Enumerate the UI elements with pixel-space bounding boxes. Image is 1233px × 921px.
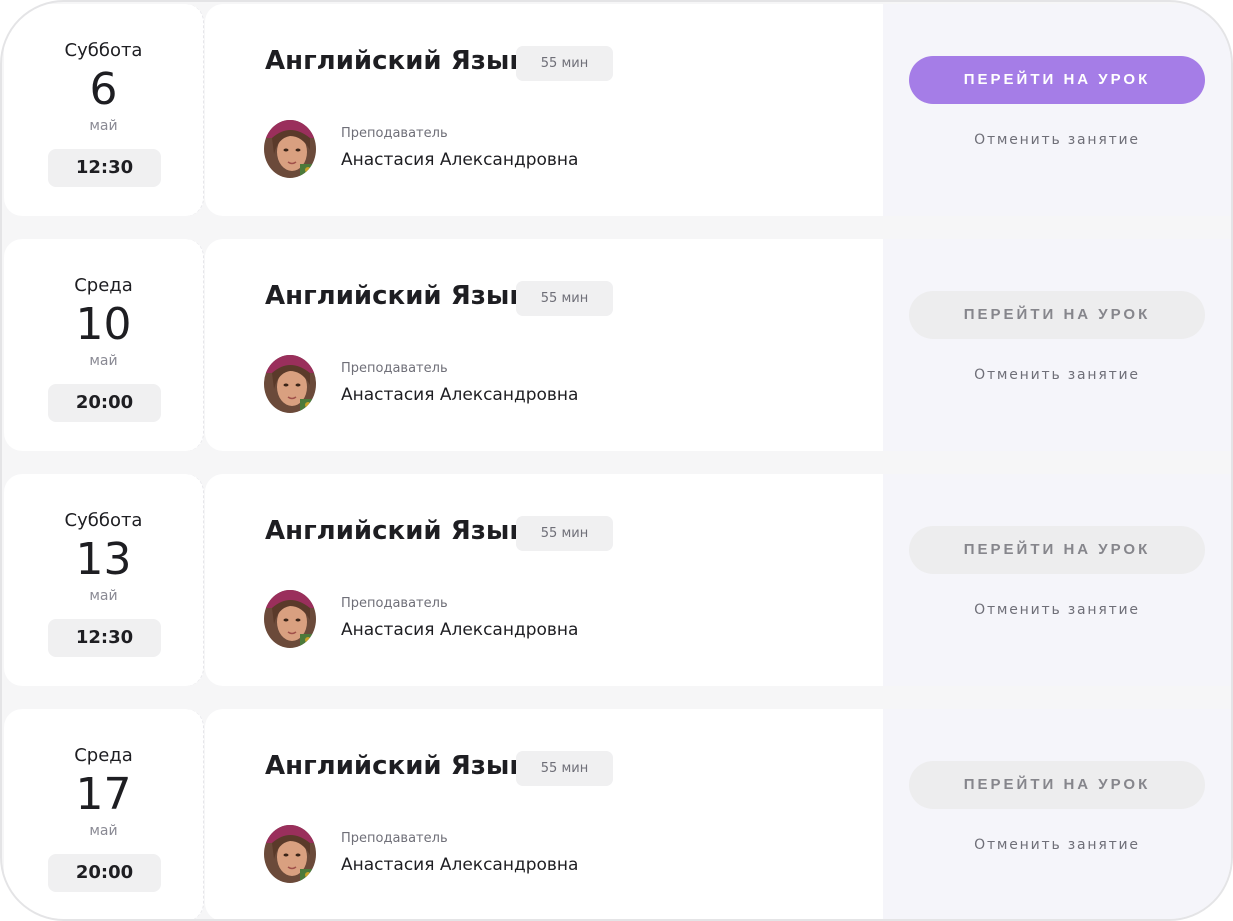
lesson-row: Среда 10 май 20:00 Английский Язык 55 ми… <box>2 239 1231 451</box>
lesson-time: 12:30 <box>48 149 161 187</box>
lesson-day-number: 17 <box>75 769 132 820</box>
cancel-lesson-link[interactable]: Отменить занятие <box>909 837 1205 853</box>
lesson-month: май <box>89 353 118 369</box>
teacher-label: Преподаватель <box>341 831 448 846</box>
lesson-time: 20:00 <box>48 384 161 422</box>
lesson-list: Суббота 6 май 12:30 Английский Язык 55 м… <box>2 2 1231 919</box>
lesson-subject: Английский Язык <box>265 46 527 76</box>
teacher-label: Преподаватель <box>341 361 448 376</box>
lesson-time: 20:00 <box>48 854 161 892</box>
lesson-time: 12:30 <box>48 619 161 657</box>
lesson-row: Суббота 6 май 12:30 Английский Язык 55 м… <box>2 4 1231 216</box>
teacher-name: Анастасия Александровна <box>341 385 579 405</box>
lesson-date-card: Среда 17 май 20:00 <box>4 709 204 919</box>
lesson-action-panel: ПЕРЕЙТИ НА УРОК Отменить занятие <box>883 239 1231 451</box>
lesson-weekday: Суббота <box>64 510 143 531</box>
teacher-name: Анастасия Александровна <box>341 855 579 875</box>
lesson-month: май <box>89 823 118 839</box>
teacher-avatar <box>264 120 316 178</box>
teacher-label: Преподаватель <box>341 596 448 611</box>
lesson-info-card: Английский Язык 55 мин Преподаватель Ана… <box>205 239 883 451</box>
cancel-lesson-link[interactable]: Отменить занятие <box>909 602 1205 618</box>
lesson-info-card: Английский Язык 55 мин Преподаватель Ана… <box>205 4 883 216</box>
join-lesson-button[interactable]: ПЕРЕЙТИ НА УРОК <box>909 56 1205 104</box>
lesson-info-card: Английский Язык 55 мин Преподаватель Ана… <box>205 709 883 919</box>
lesson-subject: Английский Язык <box>265 516 527 546</box>
lesson-duration-badge: 55 мин <box>516 46 613 81</box>
lesson-day-number: 10 <box>75 299 132 350</box>
cancel-lesson-link[interactable]: Отменить занятие <box>909 132 1205 148</box>
lesson-date-card: Суббота 13 май 12:30 <box>4 474 204 686</box>
lesson-date-card: Суббота 6 май 12:30 <box>4 4 204 216</box>
teacher-name: Анастасия Александровна <box>341 620 579 640</box>
lesson-day-number: 6 <box>89 64 118 115</box>
teacher-label: Преподаватель <box>341 126 448 141</box>
lesson-duration-badge: 55 мин <box>516 751 613 786</box>
lesson-subject: Английский Язык <box>265 281 527 311</box>
lesson-row: Суббота 13 май 12:30 Английский Язык 55 … <box>2 474 1231 686</box>
join-lesson-button[interactable]: ПЕРЕЙТИ НА УРОК <box>909 291 1205 339</box>
lesson-info-card: Английский Язык 55 мин Преподаватель Ана… <box>205 474 883 686</box>
lesson-date-card: Среда 10 май 20:00 <box>4 239 204 451</box>
lesson-month: май <box>89 118 118 134</box>
lesson-action-panel: ПЕРЕЙТИ НА УРОК Отменить занятие <box>883 4 1231 216</box>
lesson-duration-badge: 55 мин <box>516 516 613 551</box>
join-lesson-button[interactable]: ПЕРЕЙТИ НА УРОК <box>909 761 1205 809</box>
cancel-lesson-link[interactable]: Отменить занятие <box>909 367 1205 383</box>
lesson-weekday: Среда <box>74 745 133 766</box>
lesson-month: май <box>89 588 118 604</box>
teacher-avatar <box>264 590 316 648</box>
join-lesson-button[interactable]: ПЕРЕЙТИ НА УРОК <box>909 526 1205 574</box>
lesson-subject: Английский Язык <box>265 751 527 781</box>
teacher-avatar <box>264 355 316 413</box>
lesson-row: Среда 17 май 20:00 Английский Язык 55 ми… <box>2 709 1231 919</box>
teacher-avatar <box>264 825 316 883</box>
lesson-weekday: Среда <box>74 275 133 296</box>
lesson-action-panel: ПЕРЕЙТИ НА УРОК Отменить занятие <box>883 709 1231 919</box>
lesson-action-panel: ПЕРЕЙТИ НА УРОК Отменить занятие <box>883 474 1231 686</box>
lesson-day-number: 13 <box>75 534 132 585</box>
lesson-duration-badge: 55 мин <box>516 281 613 316</box>
teacher-name: Анастасия Александровна <box>341 150 579 170</box>
lesson-schedule-frame: Суббота 6 май 12:30 Английский Язык 55 м… <box>0 0 1233 921</box>
lesson-weekday: Суббота <box>64 40 143 61</box>
